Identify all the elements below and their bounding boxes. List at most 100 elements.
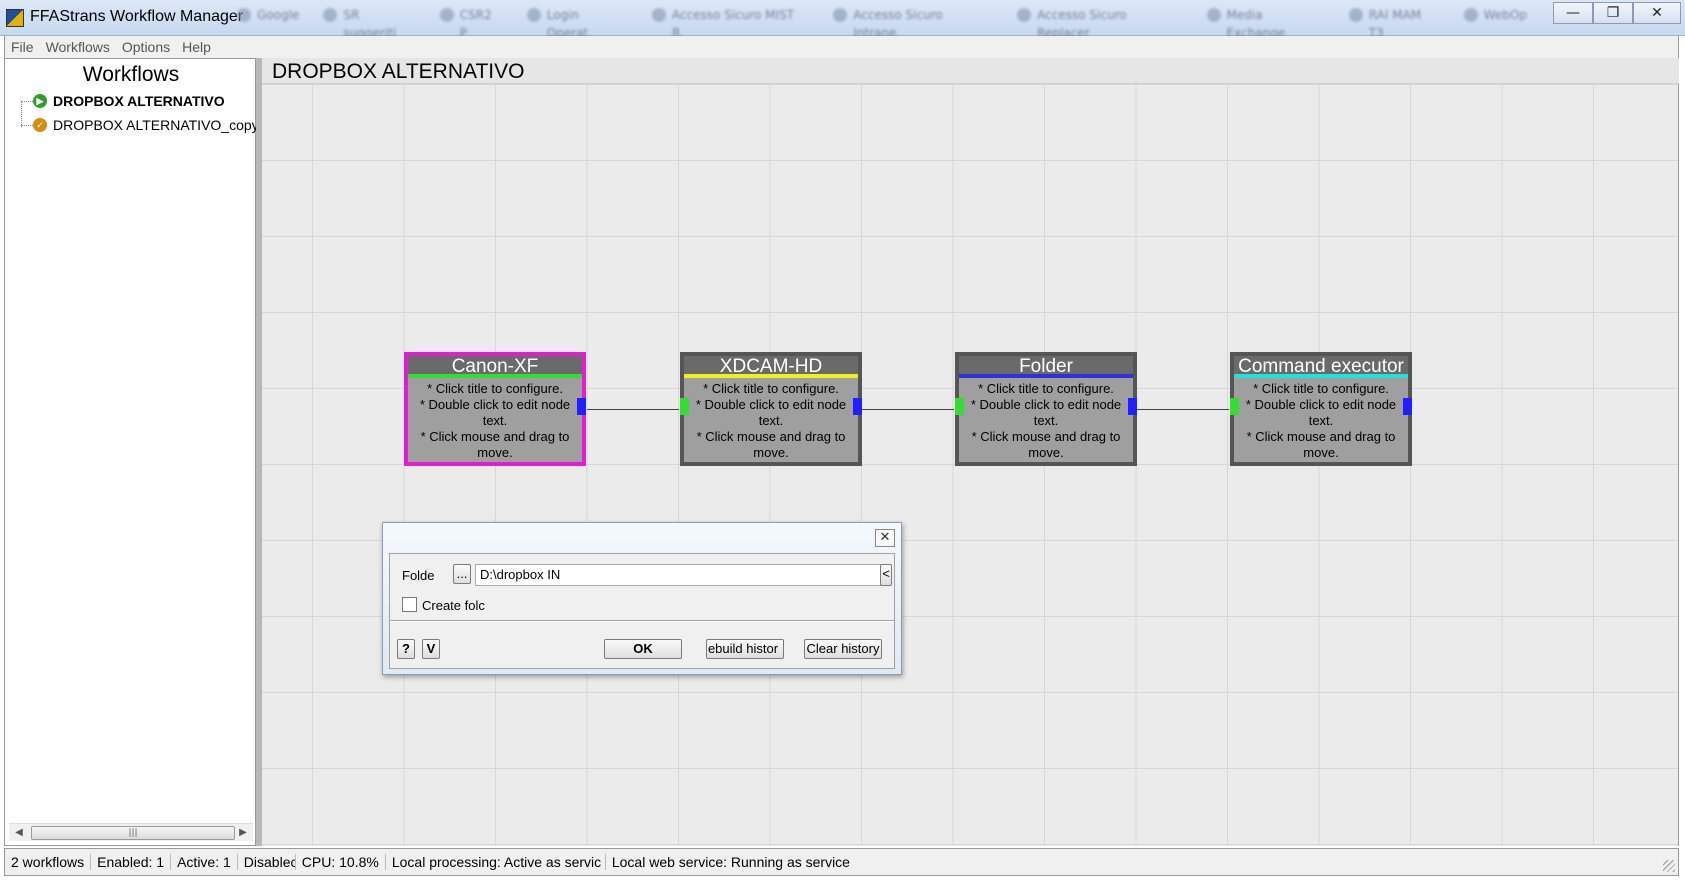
background-tab: Google — [235, 6, 307, 24]
ok-button[interactable]: OK — [604, 639, 682, 659]
node-body[interactable]: * Click title to configure. * Double cli… — [959, 378, 1133, 461]
history-dropdown-button[interactable]: < — [880, 564, 892, 586]
menu-file[interactable]: File — [11, 39, 34, 55]
status-active: Active: 1 — [171, 854, 238, 870]
clear-history-button[interactable]: Clear history — [804, 639, 882, 659]
input-port[interactable] — [680, 398, 689, 415]
folder-path-input[interactable]: D:\dropbox IN — [475, 564, 883, 586]
node-text-line: * Click title to configure. — [703, 381, 839, 396]
node-text-line: * Click title to configure. — [1253, 381, 1389, 396]
node-canon-xf[interactable]: Canon-XF * Click title to configure. * D… — [404, 352, 586, 466]
canvas-header: DROPBOX ALTERNATIVO — [262, 58, 1679, 84]
node-title[interactable]: Command executor — [1234, 356, 1408, 378]
dialog-separator — [390, 620, 894, 622]
workflows-panel: Workflows ▶ DROPBOX ALTERNATIVO ✓ DROPBO… — [4, 58, 259, 846]
node-body[interactable]: * Click title to configure. * Double cli… — [684, 378, 858, 461]
status-workflow-count: 2 workflows — [5, 854, 92, 870]
workflow-item-dropbox-alternativo[interactable]: ▶ DROPBOX ALTERNATIVO — [19, 89, 259, 113]
node-text-line: * Double click to edit node — [419, 397, 571, 412]
node-xdcam-hd[interactable]: XDCAM-HD * Click title to configure. * D… — [680, 352, 862, 466]
node-text-line: move. — [1303, 445, 1339, 460]
status-cpu: CPU: 10.8% — [296, 854, 386, 870]
output-port[interactable] — [853, 398, 862, 415]
v-button[interactable]: V — [422, 639, 440, 659]
node-title[interactable]: XDCAM-HD — [684, 356, 858, 378]
scroll-right-icon[interactable]: ▶ — [235, 825, 251, 841]
background-tab: Accesso Sicuro Replacer — [1015, 6, 1190, 40]
background-browser-tabs: Google SR suggeriti CSR2 P Login Operat.… — [235, 6, 1535, 40]
title-bar: FFAStrans Workflow Manager Google SR sug… — [0, 0, 1685, 40]
status-web-service: Local web service: Running as service — [611, 854, 850, 870]
node-command-executor[interactable]: Command executor * Click title to config… — [1230, 352, 1412, 466]
workflow-item-dropbox-alternativo-copy[interactable]: ✓ DROPBOX ALTERNATIVO_copy — [19, 113, 259, 137]
window-controls: — ❐ ✕ — [1553, 2, 1681, 24]
node-body[interactable]: * Click title to configure. * Double cli… — [1234, 378, 1408, 461]
node-title[interactable]: Folder — [959, 356, 1133, 378]
node-text-line: text. — [758, 413, 784, 428]
scroll-left-icon[interactable]: ◀ — [11, 825, 27, 841]
close-window-button[interactable]: ✕ — [1633, 2, 1681, 24]
workflow-canvas[interactable]: DROPBOX ALTERNATIVO Canon-XF * Click tit… — [262, 58, 1679, 846]
output-port[interactable] — [1403, 398, 1412, 415]
input-port[interactable] — [955, 398, 964, 415]
node-text-line: * Double click to edit node — [1245, 397, 1397, 412]
status-local-processing: Local processing: Active as servic — [386, 854, 606, 870]
dialog-close-button[interactable]: ✕ — [875, 529, 895, 547]
panel-title: Workflows — [82, 63, 180, 86]
minimize-button[interactable]: — — [1553, 2, 1593, 24]
menu-bar: File Workflows Options Help — [4, 36, 1679, 58]
node-text-line: * Click mouse and drag to — [1246, 429, 1396, 444]
folder-config-dialog: ✕ Folde ... D:\dropbox IN < Create folc … — [382, 522, 902, 675]
status-bar: 2 workflows Enabled: 1 Active: 1 Disable… — [4, 848, 1679, 876]
output-port[interactable] — [577, 398, 586, 415]
status-enabled: Enabled: 1 — [91, 854, 172, 870]
scroll-thumb[interactable]: ||| — [31, 826, 235, 840]
background-tab: Login Operat. — [525, 6, 636, 40]
play-icon: ▶ — [33, 94, 47, 108]
node-connector — [587, 409, 679, 410]
menu-workflows[interactable]: Workflows — [46, 39, 110, 55]
node-body[interactable]: * Click title to configure. * Double cli… — [408, 378, 582, 461]
horizontal-scrollbar[interactable]: ◀ ||| ▶ — [9, 823, 253, 841]
node-folder[interactable]: Folder * Click title to configure. * Dou… — [955, 352, 1137, 466]
create-folder-checkbox[interactable] — [402, 597, 417, 612]
input-port[interactable] — [1230, 398, 1239, 415]
workflow-item-label: DROPBOX ALTERNATIVO — [53, 93, 225, 109]
background-tab: RAI MAM T3 — [1347, 6, 1448, 40]
background-tab: CSR2 P — [438, 6, 511, 40]
create-folder-label: Create folc — [422, 598, 485, 613]
node-text-line: * Click mouse and drag to — [971, 429, 1121, 444]
status-disabled: Disablec — [238, 854, 296, 870]
node-connector — [1137, 409, 1229, 410]
node-text-line: * Double click to edit node — [970, 397, 1122, 412]
node-connector — [862, 409, 954, 410]
node-text-line: * Click mouse and drag to — [696, 429, 846, 444]
app-logo-icon — [6, 9, 24, 27]
dialog-content: Folde ... D:\dropbox IN < Create folc ? … — [389, 553, 895, 669]
node-text-line: text. — [1308, 413, 1334, 428]
background-tab: Media Exchange — [1205, 6, 1333, 40]
rebuild-history-button[interactable]: ebuild histor — [706, 639, 784, 659]
node-title[interactable]: Canon-XF — [408, 356, 582, 378]
node-text-line: text. — [1033, 413, 1059, 428]
background-tab: Accesso Sicuro Intrane. — [831, 6, 1001, 40]
node-text-line: text. — [482, 413, 508, 428]
pause-icon: ✓ — [33, 118, 47, 132]
help-button[interactable]: ? — [397, 639, 415, 659]
node-text-line: * Click mouse and drag to — [420, 429, 570, 444]
window-title: FFAStrans Workflow Manager — [30, 8, 244, 25]
node-text-line: * Click title to configure. — [978, 381, 1114, 396]
background-tab: Accesso Sicuro MIST R. — [650, 6, 817, 40]
maximize-button[interactable]: ❐ — [1593, 2, 1633, 24]
node-text-line: move. — [1028, 445, 1064, 460]
background-tab: SR suggeriti — [321, 6, 423, 40]
workflow-tree: ▶ DROPBOX ALTERNATIVO ✓ DROPBOX ALTERNAT… — [19, 89, 259, 137]
folder-label: Folde — [402, 568, 435, 583]
resize-grip-icon[interactable] — [1663, 860, 1675, 872]
output-port[interactable] — [1128, 398, 1137, 415]
menu-help[interactable]: Help — [182, 39, 211, 55]
node-text-line: * Click title to configure. — [427, 381, 563, 396]
workflow-item-label: DROPBOX ALTERNATIVO_copy — [53, 117, 259, 133]
menu-options[interactable]: Options — [122, 39, 170, 55]
browse-button[interactable]: ... — [453, 564, 471, 584]
